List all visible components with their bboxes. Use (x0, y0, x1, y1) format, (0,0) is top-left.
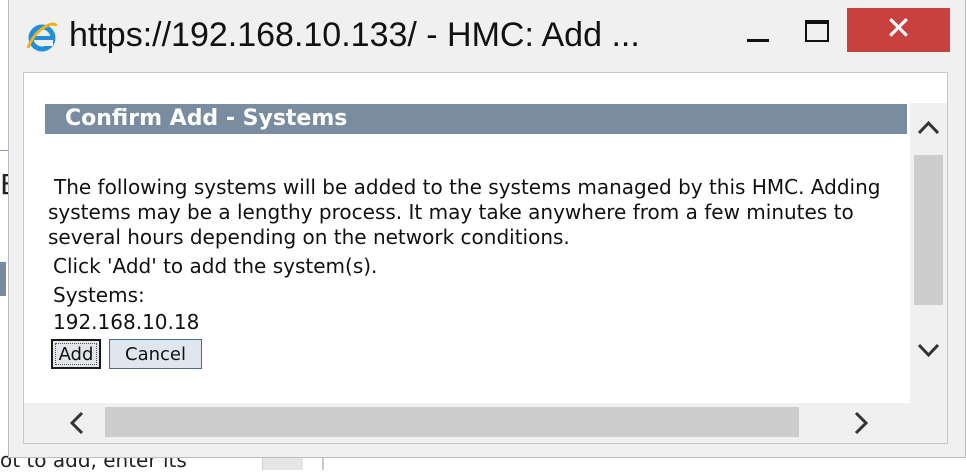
page-viewport: Confirm Add - Systems The following syst… (23, 72, 948, 444)
background-bar (0, 262, 6, 296)
background-divider (0, 150, 8, 151)
maximize-button[interactable] (799, 12, 835, 52)
system-address: 192.168.10.18 (53, 310, 200, 334)
dialog-header: Confirm Add - Systems (45, 104, 907, 134)
message-line: systems may be a lengthy process. It may… (48, 200, 854, 224)
window-title: https://192.168.10.133/ - HMC: Add ... (69, 16, 640, 54)
vertical-scroll-thumb[interactable] (914, 155, 943, 305)
minimize-button[interactable] (743, 12, 775, 52)
instruction-text: Click 'Add' to add the system(s). (53, 254, 378, 278)
background-page (0, 0, 8, 470)
scroll-up-arrow-icon[interactable] (914, 113, 943, 143)
close-icon: ✕ (885, 9, 912, 47)
add-button[interactable]: Add (51, 339, 101, 369)
title-bar[interactable]: https://192.168.10.133/ - HMC: Add ... ✕ (9, 0, 965, 72)
scroll-down-arrow-icon[interactable] (914, 335, 943, 365)
cancel-button[interactable]: Cancel (109, 339, 202, 369)
horizontal-scrollbar[interactable] (24, 403, 910, 443)
scroll-right-arrow-icon[interactable] (846, 408, 876, 438)
vertical-scrollbar[interactable] (910, 103, 947, 403)
systems-label: Systems: (53, 283, 145, 307)
confirmation-message: The following systems will be added to t… (48, 175, 908, 250)
close-button[interactable]: ✕ (847, 8, 950, 52)
message-line: several hours depending on the network c… (48, 225, 570, 249)
horizontal-scroll-thumb[interactable] (105, 407, 799, 437)
internet-explorer-icon (26, 22, 58, 52)
message-line: The following systems will be added to t… (54, 175, 881, 199)
browser-popup-window: https://192.168.10.133/ - HMC: Add ... ✕… (8, 0, 966, 458)
scroll-left-arrow-icon[interactable] (62, 408, 92, 438)
scrollbar-corner (910, 403, 947, 443)
